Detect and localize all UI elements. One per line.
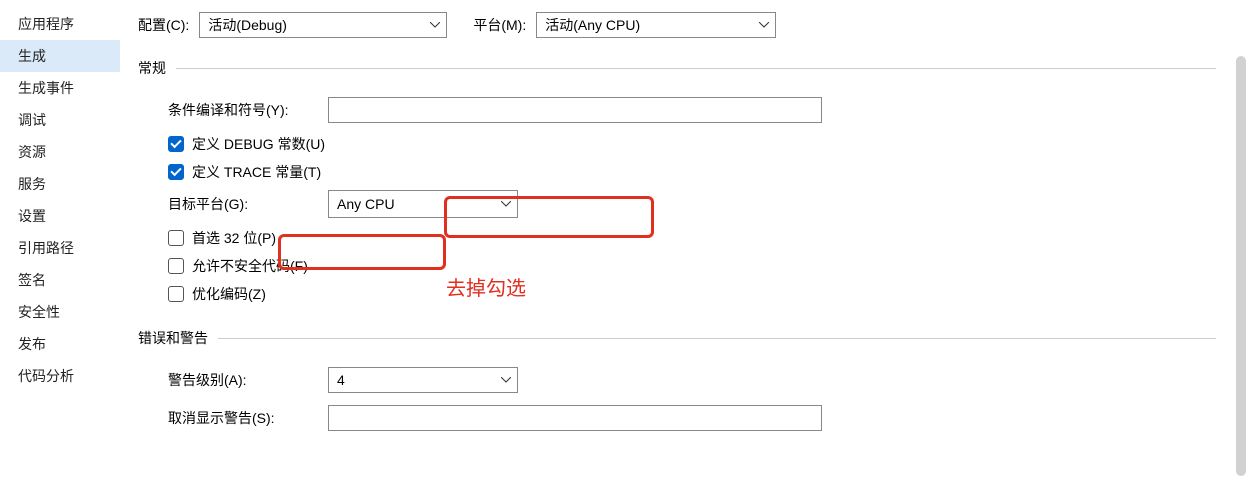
sidebar-item-reference-paths[interactable]: 引用路径 bbox=[0, 232, 120, 264]
warning-level-select[interactable]: 4 bbox=[328, 367, 518, 393]
chevron-down-icon bbox=[759, 20, 769, 30]
prefer-32bit-checkbox[interactable] bbox=[168, 230, 184, 246]
sidebar-item-signing[interactable]: 签名 bbox=[0, 264, 120, 296]
chevron-down-icon bbox=[430, 20, 440, 30]
conditional-symbols-input[interactable] bbox=[328, 97, 822, 123]
allow-unsafe-label: 允许不安全代码(F) bbox=[192, 256, 308, 276]
config-select[interactable]: 活动(Debug) bbox=[199, 12, 447, 38]
chevron-down-icon bbox=[501, 375, 511, 385]
main-panel: 配置(C): 活动(Debug) 平台(M): 活动(Any CPU) 常规 条… bbox=[120, 0, 1256, 502]
warning-level-label: 警告级别(A): bbox=[168, 370, 328, 390]
define-trace-label: 定义 TRACE 常量(T) bbox=[192, 162, 321, 182]
sidebar-item-build-events[interactable]: 生成事件 bbox=[0, 72, 120, 104]
warning-level-value: 4 bbox=[337, 372, 345, 388]
platform-select-value: 活动(Any CPU) bbox=[545, 15, 640, 35]
define-debug-checkbox[interactable] bbox=[168, 136, 184, 152]
sidebar-item-code-analysis[interactable]: 代码分析 bbox=[0, 360, 120, 392]
vertical-scrollbar[interactable] bbox=[1236, 56, 1246, 476]
sidebar: 应用程序 生成 生成事件 调试 资源 服务 设置 引用路径 签名 安全性 发布 … bbox=[0, 0, 120, 502]
optimize-label: 优化编码(Z) bbox=[192, 284, 266, 304]
target-platform-label: 目标平台(G): bbox=[168, 194, 328, 214]
platform-select[interactable]: 活动(Any CPU) bbox=[536, 12, 776, 38]
optimize-checkbox[interactable] bbox=[168, 286, 184, 302]
sidebar-item-resources[interactable]: 资源 bbox=[0, 136, 120, 168]
general-section: 常规 条件编译和符号(Y): 定义 DEBUG 常数(U) 定义 TRACE 常… bbox=[138, 58, 1216, 312]
suppress-warnings-input[interactable] bbox=[328, 405, 822, 431]
chevron-down-icon bbox=[501, 199, 511, 209]
sidebar-item-application[interactable]: 应用程序 bbox=[0, 8, 120, 40]
config-label: 配置(C): bbox=[138, 15, 189, 35]
allow-unsafe-checkbox[interactable] bbox=[168, 258, 184, 274]
define-trace-checkbox[interactable] bbox=[168, 164, 184, 180]
sidebar-item-debug[interactable]: 调试 bbox=[0, 104, 120, 136]
define-debug-label: 定义 DEBUG 常数(U) bbox=[192, 134, 325, 154]
sidebar-item-publish[interactable]: 发布 bbox=[0, 328, 120, 360]
general-legend: 常规 bbox=[138, 58, 176, 78]
prefer-32bit-label: 首选 32 位(P) bbox=[192, 228, 276, 248]
sidebar-item-services[interactable]: 服务 bbox=[0, 168, 120, 200]
warnings-legend: 错误和警告 bbox=[138, 328, 218, 348]
sidebar-item-security[interactable]: 安全性 bbox=[0, 296, 120, 328]
sidebar-item-settings[interactable]: 设置 bbox=[0, 200, 120, 232]
suppress-warnings-label: 取消显示警告(S): bbox=[168, 408, 328, 428]
warnings-section: 错误和警告 警告级别(A): 4 取消显示警告(S): bbox=[138, 328, 1216, 442]
config-select-value: 活动(Debug) bbox=[208, 15, 287, 35]
platform-label: 平台(M): bbox=[473, 15, 526, 35]
top-config-row: 配置(C): 活动(Debug) 平台(M): 活动(Any CPU) bbox=[138, 12, 1256, 38]
conditional-symbols-label: 条件编译和符号(Y): bbox=[168, 100, 328, 120]
annotation-text: 去掉勾选 bbox=[446, 272, 526, 301]
sidebar-item-build[interactable]: 生成 bbox=[0, 40, 120, 72]
target-platform-value: Any CPU bbox=[337, 196, 395, 212]
target-platform-select[interactable]: Any CPU bbox=[328, 190, 518, 218]
